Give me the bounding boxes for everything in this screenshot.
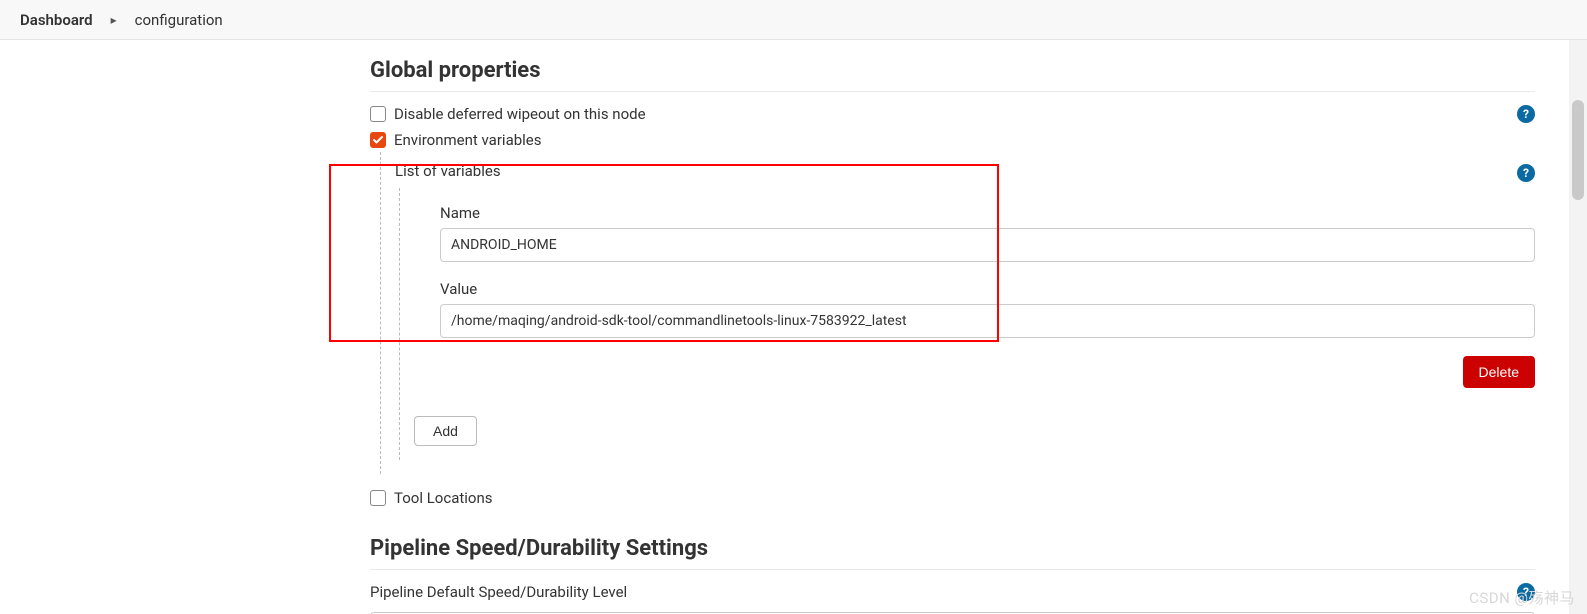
name-field-label: Name bbox=[440, 204, 1535, 222]
delete-button[interactable]: Delete bbox=[1463, 356, 1535, 388]
scrollbar-track[interactable] bbox=[1569, 40, 1587, 614]
env-vars-checkbox[interactable] bbox=[370, 132, 386, 148]
help-icon[interactable]: ? bbox=[1517, 105, 1535, 123]
tool-locations-label: Tool Locations bbox=[394, 489, 492, 507]
tool-locations-checkbox[interactable] bbox=[370, 490, 386, 506]
divider bbox=[370, 569, 1535, 570]
help-icon[interactable]: ? bbox=[1517, 164, 1535, 182]
scrollbar-thumb[interactable] bbox=[1572, 100, 1584, 200]
global-properties-title: Global properties bbox=[370, 58, 1535, 83]
disable-wipeout-checkbox[interactable] bbox=[370, 106, 386, 122]
env-vars-label: Environment variables bbox=[394, 131, 542, 149]
list-of-variables-label: List of variables bbox=[395, 162, 501, 180]
main-content: Global properties Disable deferred wipeo… bbox=[334, 40, 1565, 614]
pipeline-settings-title: Pipeline Speed/Durability Settings bbox=[370, 536, 1535, 561]
breadcrumb: Dashboard ▸ configuration bbox=[0, 0, 1587, 40]
value-input[interactable] bbox=[440, 304, 1535, 338]
variable-entry: Name Value Delete Add bbox=[399, 188, 1535, 460]
pipeline-default-label: Pipeline Default Speed/Durability Level bbox=[370, 583, 627, 601]
value-field-label: Value bbox=[440, 280, 1535, 298]
breadcrumb-item-dashboard[interactable]: Dashboard bbox=[20, 11, 93, 29]
divider bbox=[370, 91, 1535, 92]
breadcrumb-item-configuration[interactable]: configuration bbox=[135, 11, 223, 29]
add-button[interactable]: Add bbox=[414, 416, 477, 446]
env-vars-block: List of variables ? Name Value Delete Ad… bbox=[380, 152, 1535, 474]
help-icon[interactable]: ? bbox=[1517, 583, 1535, 601]
chevron-right-icon: ▸ bbox=[111, 13, 117, 27]
name-input[interactable] bbox=[440, 228, 1535, 262]
disable-wipeout-label: Disable deferred wipeout on this node bbox=[394, 105, 646, 123]
